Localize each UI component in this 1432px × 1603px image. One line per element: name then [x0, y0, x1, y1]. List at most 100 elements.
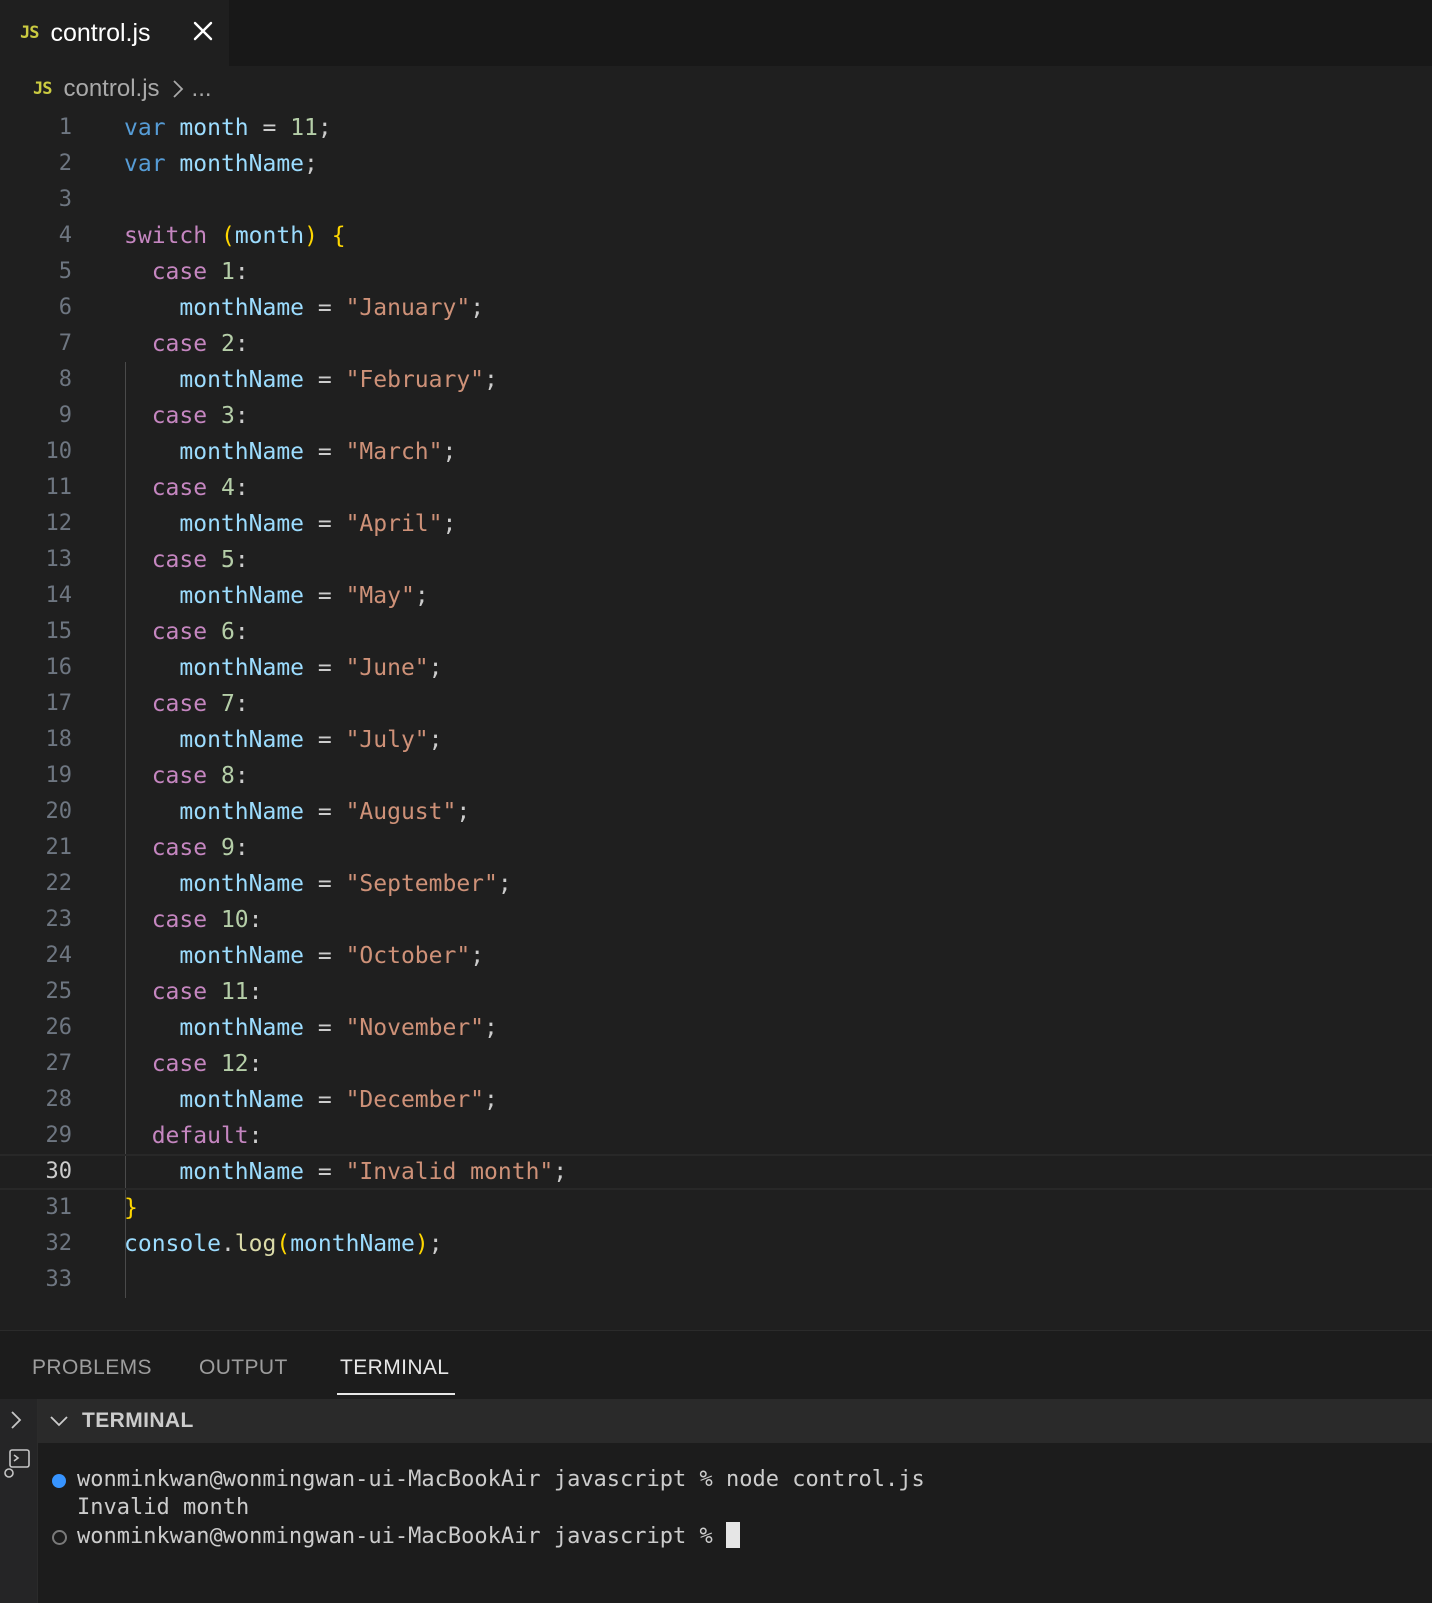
code-text: case 9: [124, 830, 249, 866]
code-line[interactable]: 14 monthName = "May"; [0, 578, 1432, 614]
chevron-down-icon[interactable] [48, 1414, 70, 1428]
code-token: 10 [220, 907, 249, 933]
line-number: 1 [58, 115, 72, 140]
code-token: ) [414, 1231, 429, 1257]
tab-output[interactable]: OUTPUT [199, 1356, 288, 1380]
code-token: "July" [345, 727, 429, 753]
line-number: 15 [45, 619, 73, 644]
code-token: case [151, 547, 208, 573]
line-number: 17 [45, 691, 73, 716]
code-token: ; [428, 727, 443, 753]
code-line[interactable]: 4 switch (month) { [0, 218, 1432, 254]
code-line[interactable]: 2 var monthName; [0, 146, 1432, 182]
code-line[interactable]: 22 monthName = "September"; [0, 866, 1432, 902]
code-line[interactable]: 11 case 4: [0, 470, 1432, 506]
code-line[interactable]: 3 [0, 182, 1432, 218]
code-line[interactable]: 24 monthName = "October"; [0, 938, 1432, 974]
code-line[interactable]: 25 case 11: [0, 974, 1432, 1010]
code-token: month [179, 115, 249, 141]
code-line[interactable]: 27 case 12: [0, 1046, 1432, 1082]
code-line[interactable]: 26 monthName = "November"; [0, 1010, 1432, 1046]
code-line[interactable]: 12 monthName = "April"; [0, 506, 1432, 542]
code-line[interactable]: 19 case 8: [0, 758, 1432, 794]
code-editor[interactable]: 1 var month = 11; 2 var monthName; 3 4 switch … [0, 110, 1432, 1330]
code-token: ; [428, 1231, 443, 1257]
breadcrumb-more[interactable]: ... [192, 75, 212, 103]
code-text: monthName = "February"; [124, 362, 498, 398]
line-number: 14 [45, 583, 73, 608]
terminal-icon[interactable] [2, 1447, 32, 1481]
code-token: : [234, 835, 249, 861]
code-token: "May" [345, 583, 415, 609]
code-line[interactable]: 9 case 3: [0, 398, 1432, 434]
tab-control-js[interactable]: JS control.js [0, 0, 229, 66]
breadcrumb-file[interactable]: control.js [63, 75, 159, 103]
code-token: ( [220, 223, 235, 249]
chevron-right-icon[interactable] [8, 1409, 24, 1431]
code-line[interactable]: 30 monthName = "Invalid month"; [0, 1154, 1432, 1190]
tab-terminal[interactable]: TERMINAL [340, 1356, 449, 1380]
code-token: : [248, 907, 263, 933]
code-line[interactable]: 28 monthName = "December"; [0, 1082, 1432, 1118]
line-number: 31 [45, 1195, 73, 1220]
code-text: monthName = "July"; [124, 722, 443, 758]
editor-tab-bar: JS control.js [0, 0, 1432, 66]
code-line[interactable]: 23 case 10: [0, 902, 1432, 938]
code-line[interactable]: 29 default: [0, 1118, 1432, 1154]
code-text: var month = 11; [124, 110, 332, 146]
code-line[interactable]: 13 case 5: [0, 542, 1432, 578]
code-token: monthName [179, 511, 305, 537]
code-line[interactable]: 21 case 9: [0, 830, 1432, 866]
code-text: case 8: [124, 758, 249, 794]
javascript-file-icon: JS [20, 23, 40, 43]
code-token: 4 [220, 475, 235, 501]
terminal-prompt-line[interactable]: wonminkwan@wonmingwan-ui-MacBookAir java… [77, 1522, 741, 1551]
code-line[interactable]: 6 monthName = "January"; [0, 290, 1432, 326]
terminal-header-label: TERMINAL [82, 1409, 194, 1432]
close-icon[interactable] [190, 18, 216, 44]
code-token: 12 [220, 1051, 249, 1077]
code-text: monthName = "August"; [124, 794, 470, 830]
code-line[interactable]: 7 case 2: [0, 326, 1432, 362]
panel-side-strip [0, 1399, 38, 1603]
code-token: ; [414, 583, 429, 609]
code-line[interactable]: 16 monthName = "June"; [0, 650, 1432, 686]
terminal-header[interactable]: TERMINAL [38, 1399, 1432, 1443]
code-line[interactable]: 17 case 7: [0, 686, 1432, 722]
line-number: 10 [45, 439, 73, 464]
code-line[interactable]: 8 monthName = "February"; [0, 362, 1432, 398]
code-text: case 10: [124, 902, 263, 938]
tab-problems[interactable]: PROBLEMS [32, 1356, 152, 1380]
code-line[interactable]: 32 console.log(monthName); [0, 1226, 1432, 1262]
code-token: monthName [179, 151, 305, 177]
code-token: : [248, 1051, 263, 1077]
code-line[interactable]: 10 monthName = "March"; [0, 434, 1432, 470]
code-line[interactable]: 31} [0, 1190, 1432, 1226]
code-line[interactable]: 15 case 6: [0, 614, 1432, 650]
code-line[interactable]: 20 monthName = "August"; [0, 794, 1432, 830]
code-token: ; [317, 115, 332, 141]
code-line[interactable]: 5 case 1: [0, 254, 1432, 290]
code-token: 5 [220, 547, 235, 573]
code-line[interactable]: 18 monthName = "July"; [0, 722, 1432, 758]
code-token: 6 [220, 619, 235, 645]
code-token: monthName [179, 727, 305, 753]
command-status-dot[interactable] [52, 1474, 66, 1488]
code-line[interactable]: 33 [0, 1262, 1432, 1298]
code-token: : [234, 691, 249, 717]
code-line[interactable]: 1 var month = 11; [0, 110, 1432, 146]
